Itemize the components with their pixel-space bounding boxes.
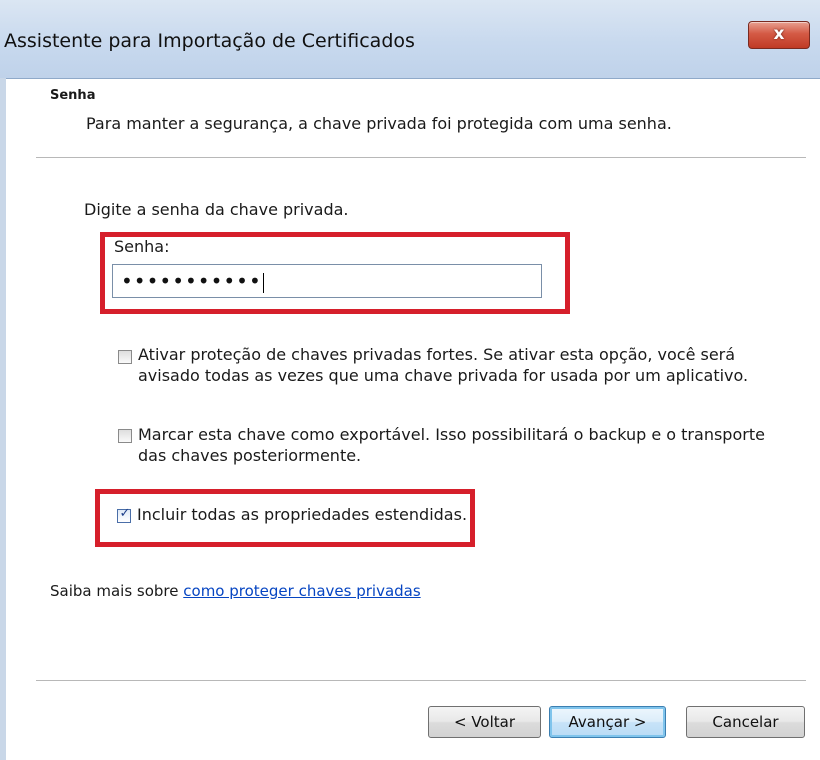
exportable-line1: Marcar esta chave como exportável. Isso …	[138, 425, 765, 444]
strong-protection-line2: avisado todas as vezes que uma chave pri…	[138, 366, 749, 385]
password-prompt: Digite a senha da chave privada.	[84, 200, 349, 219]
close-icon: x	[773, 24, 785, 44]
page-title: Senha	[50, 88, 96, 103]
extended-properties-checkbox[interactable]: ✓	[117, 506, 131, 523]
exportable-line2: das chaves posteriormente.	[138, 446, 362, 465]
next-button[interactable]: Avançar >	[549, 706, 666, 738]
text-caret	[262, 272, 264, 293]
close-button[interactable]: x	[748, 21, 810, 49]
strong-protection-label[interactable]: Ativar proteção de chaves privadas forte…	[138, 344, 748, 386]
protect-keys-link[interactable]: como proteger chaves privadas	[183, 582, 420, 600]
password-label: Senha:	[114, 237, 170, 256]
learn-more-text: Saiba mais sobre como proteger chaves pr…	[50, 582, 421, 600]
password-value: •••••••••••	[121, 269, 262, 293]
learn-more-prefix: Saiba mais sobre	[50, 582, 184, 600]
strong-protection-line1: Ativar proteção de chaves privadas forte…	[138, 345, 736, 364]
certificate-import-wizard: Assistente para Importação de Certificad…	[0, 0, 820, 760]
strong-protection-checkbox[interactable]	[118, 350, 132, 364]
cancel-button[interactable]: Cancelar	[686, 706, 805, 738]
header-divider	[36, 157, 806, 159]
footer-divider	[36, 680, 806, 682]
extended-properties-label[interactable]: Incluir todas as propriedades estendidas…	[137, 504, 467, 525]
back-button[interactable]: < Voltar	[428, 706, 541, 738]
checkmark-icon: ✓	[119, 506, 131, 521]
password-input[interactable]: •••••••••••	[112, 264, 542, 298]
window-frame-edge	[0, 78, 6, 760]
title-bar[interactable]: Assistente para Importação de Certificad…	[0, 0, 820, 79]
window-title: Assistente para Importação de Certificad…	[4, 30, 415, 52]
exportable-checkbox[interactable]	[118, 429, 132, 443]
page-description: Para manter a segurança, a chave privada…	[86, 114, 672, 133]
exportable-label[interactable]: Marcar esta chave como exportável. Isso …	[138, 424, 765, 466]
